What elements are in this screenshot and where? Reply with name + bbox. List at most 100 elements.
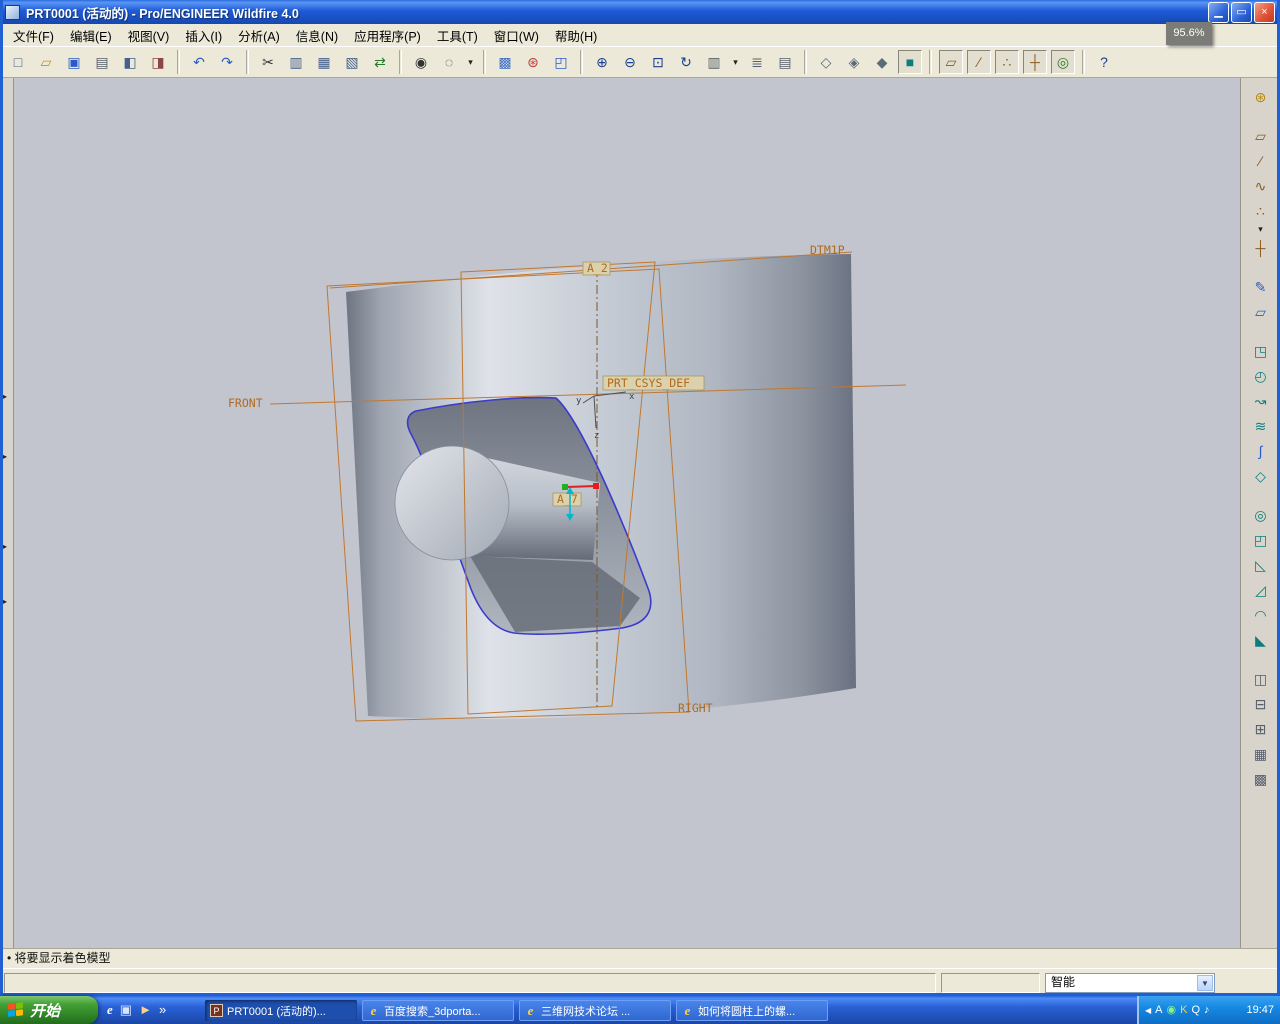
extrude-button[interactable]: ◳ xyxy=(1249,340,1273,361)
menu-applications[interactable]: 应用程序(P) xyxy=(346,24,429,47)
combo-dropdown-arrow[interactable]: ▼ xyxy=(1197,975,1213,991)
datum-label-right[interactable]: RIGHT xyxy=(678,701,713,715)
menu-file[interactable]: 文件(F) xyxy=(5,24,62,47)
orient-mode-button[interactable]: ◰ xyxy=(549,50,573,74)
draft-button[interactable]: ◿ xyxy=(1249,579,1273,600)
mirror-button[interactable]: ◫ xyxy=(1249,668,1273,689)
chamfer-button[interactable]: ◣ xyxy=(1249,629,1273,650)
layers-button[interactable]: ≣ xyxy=(745,50,769,74)
find-button[interactable]: ◉ xyxy=(409,50,433,74)
zoom-in-button[interactable]: ⊕ xyxy=(590,50,614,74)
utilities-button[interactable]: ▩ xyxy=(1249,768,1273,789)
print-button[interactable]: ▤ xyxy=(90,50,114,74)
kugou-icon[interactable]: K xyxy=(1180,996,1187,1024)
warp-button[interactable]: ◇ xyxy=(1249,465,1273,486)
revolve-button[interactable]: ◴ xyxy=(1249,365,1273,386)
zoom-out-button[interactable]: ⊖ xyxy=(618,50,642,74)
model-inner-cylinder-cap[interactable] xyxy=(394,445,510,561)
media-player-icon[interactable]: ► xyxy=(139,996,152,1024)
view-manager-button[interactable]: ▤ xyxy=(773,50,797,74)
round-button[interactable]: ◠ xyxy=(1249,604,1273,625)
taskbar-task-3d-forum[interactable]: e 三维网技术论坛 ... xyxy=(519,1000,671,1021)
open-file-button[interactable]: ▱ xyxy=(34,50,58,74)
erase-display-button[interactable]: ◧ xyxy=(118,50,142,74)
context-help-button[interactable]: ? xyxy=(1092,50,1116,74)
reorient-button[interactable]: ↻ xyxy=(674,50,698,74)
hole-button[interactable]: ◎ xyxy=(1249,504,1273,525)
menu-view[interactable]: 视图(V) xyxy=(120,24,178,47)
save-button[interactable]: ▣ xyxy=(62,50,86,74)
menu-analysis[interactable]: 分析(A) xyxy=(230,24,288,47)
hide-icons-chevron[interactable]: ◀ xyxy=(1145,1006,1151,1015)
hidden-line-display-button[interactable]: ◈ xyxy=(842,50,866,74)
volume-icon[interactable]: ♪ xyxy=(1204,996,1210,1024)
sash-arrow[interactable]: ▸ xyxy=(3,543,7,551)
datum-label-front[interactable]: FRONT xyxy=(228,396,263,410)
refit-button[interactable]: ⊡ xyxy=(646,50,670,74)
trim-button[interactable]: ⊟ xyxy=(1249,693,1273,714)
paste-special-button[interactable]: ▧ xyxy=(340,50,364,74)
menu-info[interactable]: 信息(N) xyxy=(288,24,346,47)
sweep-button[interactable]: ↝ xyxy=(1249,390,1273,411)
datum-point-dropdown[interactable]: ▾ xyxy=(1255,225,1266,234)
regenerate-button[interactable]: ⇄ xyxy=(368,50,392,74)
menu-edit[interactable]: 编辑(E) xyxy=(62,24,120,47)
antivirus-icon[interactable]: ◉ xyxy=(1167,996,1177,1024)
start-button[interactable]: 开始 xyxy=(0,996,98,1024)
3d-model-canvas[interactable]: x y z FRONT DTM1P RIGHT A_2 PRT_CSYS_DEF… xyxy=(14,78,1240,948)
axis-tag-a2[interactable]: A_2 xyxy=(582,261,611,276)
taskbar-task-cylinder-thread[interactable]: e 如何将圆柱上的螺... xyxy=(676,1000,828,1021)
sash-arrow[interactable]: ▸ xyxy=(3,598,7,606)
cut-button[interactable]: ✂ xyxy=(256,50,280,74)
wireframe-display-button[interactable]: ◇ xyxy=(814,50,838,74)
datum-planes-toggle[interactable]: ▱ xyxy=(939,50,963,74)
quicklaunch-overflow-chevron[interactable]: » xyxy=(159,996,166,1024)
undo-button[interactable]: ↶ xyxy=(187,50,211,74)
selection-filter-button[interactable]: ◌ xyxy=(437,50,461,74)
axis-tag-a7[interactable]: A_7 xyxy=(552,492,582,507)
redo-button[interactable]: ↷ xyxy=(215,50,239,74)
sketch-tool-button[interactable]: ✎ xyxy=(1249,276,1273,297)
merge-button[interactable]: ⊞ xyxy=(1249,718,1273,739)
datum-points-toggle[interactable]: ∴ xyxy=(995,50,1019,74)
smart-select-button[interactable]: ⊛ xyxy=(1249,86,1273,107)
datum-csys-toggle[interactable]: ┼ xyxy=(1023,50,1047,74)
repaint-button[interactable]: ▩ xyxy=(493,50,517,74)
no-hidden-display-button[interactable]: ◆ xyxy=(870,50,894,74)
copy-button[interactable]: ▥ xyxy=(284,50,308,74)
datum-label-dtm1[interactable]: DTM1P xyxy=(810,243,845,257)
datum-axes-toggle[interactable]: ∕ xyxy=(967,50,991,74)
ie-quicklaunch-icon[interactable]: e xyxy=(107,996,113,1024)
rib-button[interactable]: ◺ xyxy=(1249,554,1273,575)
show-desktop-icon[interactable]: ▣ xyxy=(120,996,132,1024)
sketch-plane-button[interactable]: ▱ xyxy=(1249,301,1273,322)
taskbar-task-prt0001[interactable]: P PRT0001 (活动的)... xyxy=(205,1000,357,1021)
style-button[interactable]: ∫ xyxy=(1249,440,1273,461)
menu-insert[interactable]: 插入(I) xyxy=(177,24,230,47)
taskbar-task-baidu-search[interactable]: e 百度搜索_3dporta... xyxy=(362,1000,514,1021)
spin-center-toggle[interactable]: ◎ xyxy=(1051,50,1075,74)
input-method-icon[interactable]: A xyxy=(1155,996,1162,1024)
saved-views-dropdown[interactable]: ▾ xyxy=(730,50,741,74)
pattern-button[interactable]: ▦ xyxy=(1249,743,1273,764)
boundary-blend-button[interactable]: ≋ xyxy=(1249,415,1273,436)
new-file-button[interactable]: □ xyxy=(6,50,30,74)
shaded-display-button[interactable]: ■ xyxy=(898,50,922,74)
menu-window[interactable]: 窗口(W) xyxy=(486,24,547,47)
delete-old-versions-button[interactable]: ◨ xyxy=(146,50,170,74)
selection-filter-dropdown[interactable]: ▾ xyxy=(465,50,476,74)
datum-point-button[interactable]: ∴ xyxy=(1249,200,1273,221)
spin-center-button[interactable]: ⊛ xyxy=(521,50,545,74)
minimize-button[interactable]: ▁ xyxy=(1208,1,1229,23)
graphics-area[interactable]: x y z FRONT DTM1P RIGHT A_2 PRT_CSYS_DEF… xyxy=(14,78,1240,948)
restore-button[interactable]: ▭ xyxy=(1231,1,1252,23)
title-bar[interactable]: PRT0001 (活动的) - Pro/ENGINEER Wildfire 4.… xyxy=(0,0,1280,24)
datum-axis-button[interactable]: ∕ xyxy=(1249,150,1273,171)
saved-views-button[interactable]: ▥ xyxy=(702,50,726,74)
close-button[interactable]: × xyxy=(1254,1,1275,23)
paste-button[interactable]: ▦ xyxy=(312,50,336,74)
csys-tag[interactable]: PRT_CSYS_DEF xyxy=(602,375,705,391)
sash-arrow[interactable]: ▸ xyxy=(3,393,7,401)
qq-icon[interactable]: Q xyxy=(1191,996,1200,1024)
menu-tools[interactable]: 工具(T) xyxy=(429,24,486,47)
